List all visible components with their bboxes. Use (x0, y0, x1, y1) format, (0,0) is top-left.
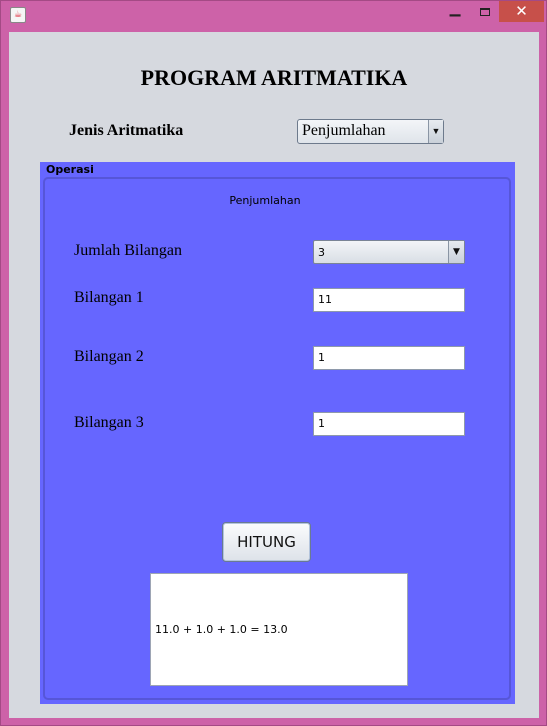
operasi-panel-title: Operasi (46, 163, 94, 176)
jenis-aritmatika-dropdown[interactable]: Penjumlahan ▼ (297, 119, 444, 144)
bilangan-2-label: Bilangan 2 (74, 348, 144, 365)
chevron-down-icon[interactable]: ▼ (428, 120, 443, 143)
hitung-button[interactable]: HITUNG (222, 522, 311, 562)
jumlah-bilangan-value: 3 (318, 246, 325, 259)
operation-heading: Penjumlahan (229, 194, 301, 207)
bilangan-1-input[interactable]: 11 (313, 288, 465, 312)
java-icon[interactable]: ☕ (10, 7, 26, 23)
content-pane: PROGRAM ARITMATIKA Jenis Aritmatika Penj… (9, 32, 539, 718)
chevron-down-icon[interactable]: ▼ (448, 241, 464, 263)
jenis-aritmatika-label: Jenis Aritmatika (69, 122, 184, 139)
bilangan-3-label: Bilangan 3 (74, 414, 144, 431)
maximize-icon (480, 8, 490, 16)
bilangan-3-input[interactable]: 1 (313, 412, 465, 436)
page-title: PROGRAM ARITMATIKA (140, 65, 408, 90)
maximize-button[interactable] (471, 1, 499, 22)
operasi-panel: Operasi Penjumlahan Jumlah Bilangan 3 ▼ … (40, 162, 515, 704)
title-bar[interactable]: ☕ ▁ ✕ (1, 1, 547, 31)
jumlah-bilangan-label: Jumlah Bilangan (74, 242, 182, 259)
app-window: ☕ ▁ ✕ PROGRAM ARITMATIKA Jenis Aritmatik… (0, 0, 547, 726)
minimize-button[interactable]: ▁ (441, 1, 469, 22)
jumlah-bilangan-dropdown[interactable]: 3 ▼ (313, 240, 465, 264)
close-button[interactable]: ✕ (499, 1, 544, 22)
bilangan-1-label: Bilangan 1 (74, 289, 144, 306)
jenis-aritmatika-value: Penjumlahan (302, 122, 386, 139)
result-textarea[interactable]: 11.0 + 1.0 + 1.0 = 13.0 (150, 573, 408, 686)
bilangan-2-input[interactable]: 1 (313, 346, 465, 370)
